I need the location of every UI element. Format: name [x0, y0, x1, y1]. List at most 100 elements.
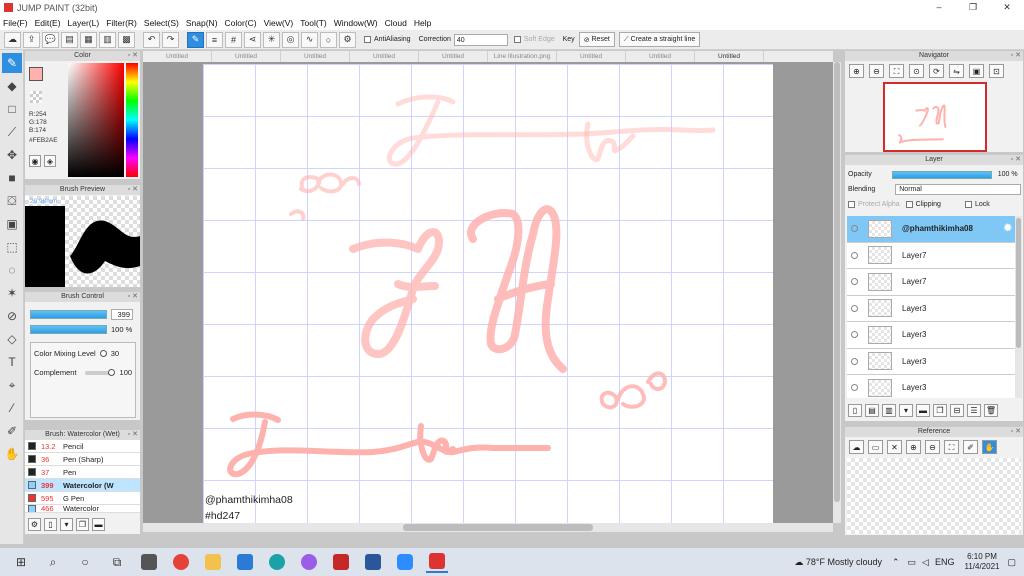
zoom-actual-icon[interactable]: ⊙ [909, 64, 924, 78]
perspective-icon[interactable]: ⋖ [244, 31, 261, 48]
new-vector-layer-icon[interactable]: ▥ [882, 404, 896, 417]
open-folder-icon[interactable]: ▭ [868, 440, 883, 454]
reference-area[interactable] [847, 458, 1021, 534]
brush-item-selected[interactable]: 399 Watercolor (W [25, 479, 140, 492]
menu-view[interactable]: View(V) [264, 18, 294, 28]
brush-item[interactable]: 36 Pen (Sharp) [25, 453, 140, 466]
hue-slider[interactable] [126, 63, 138, 177]
language-indicator[interactable]: ENG [935, 557, 955, 567]
visibility-icon[interactable] [851, 384, 858, 392]
ref-fit-icon[interactable]: ⛶ [944, 440, 959, 454]
brush-item[interactable]: 595 G Pen [25, 492, 140, 505]
close-reference-icon[interactable]: ✕ [887, 440, 902, 454]
settings-icon[interactable]: ⚙ [339, 31, 356, 48]
clipping-checkbox[interactable]: Clipping [905, 201, 941, 208]
document-tab-active[interactable]: Untitled [695, 51, 764, 62]
dropper-tool-icon[interactable]: ⁄ [2, 398, 22, 418]
brush-item[interactable]: 37 Pen [25, 466, 140, 479]
text-tool-icon[interactable]: T [2, 352, 22, 372]
menu-edit[interactable]: Edit(E) [35, 18, 61, 28]
document-tab[interactable]: Untitled [557, 51, 626, 62]
soft-edge-checkbox[interactable]: Soft Edge [513, 36, 555, 43]
document-tab[interactable]: Untitled [626, 51, 695, 62]
menu-snap[interactable]: Snap(N) [186, 18, 218, 28]
calendar-app-icon[interactable] [330, 551, 352, 573]
notification-icon[interactable]: ▢ [1007, 557, 1016, 568]
operation-tool-icon[interactable]: ⌖ [2, 375, 22, 395]
reset-view-icon[interactable]: ▣ [969, 64, 984, 78]
brush-menu-icon[interactable]: ▾ [60, 518, 73, 531]
reset-button[interactable]: ⊘ Reset [578, 32, 615, 47]
minimize-button[interactable]: – [922, 0, 956, 15]
lock-checkbox[interactable]: Lock [964, 201, 990, 208]
document-tab[interactable]: Untitled [281, 51, 350, 62]
lasso-tool-icon[interactable]: ◌ [2, 260, 22, 280]
cloud-icon[interactable]: ☁ [4, 31, 21, 48]
menu-window[interactable]: Window(W) [334, 18, 378, 28]
brush-item[interactable]: 466 Watercolor [25, 505, 140, 513]
antialiasing-checkbox[interactable]: AntiAliasing [364, 36, 411, 43]
color-mixing-knob[interactable] [99, 350, 107, 357]
saturation-value-picker[interactable] [68, 63, 124, 177]
menu-select[interactable]: Select(S) [144, 18, 179, 28]
menu-tool[interactable]: Tool(T) [300, 18, 326, 28]
cloud-reference-icon[interactable]: ☁ [849, 440, 864, 454]
task-view-icon[interactable]: ⧉ [106, 551, 128, 573]
zoom-out-icon[interactable]: ⊖ [869, 64, 884, 78]
menu-cloud[interactable]: Cloud [385, 18, 407, 28]
complement-slider[interactable] [84, 368, 115, 376]
undo-icon[interactable]: ↶ [143, 31, 160, 48]
ref-dropper-icon[interactable]: ✐ [963, 440, 978, 454]
concentric-icon[interactable]: ◎ [282, 31, 299, 48]
hand-tool-icon[interactable]: ✋ [2, 444, 22, 464]
jump-paint-taskbar-icon[interactable] [426, 551, 448, 573]
panel-close-icon[interactable]: ▫ ✕ [128, 51, 138, 61]
document-tab[interactable]: Untitled [212, 51, 281, 62]
layer-scroll-thumb[interactable] [1016, 218, 1021, 348]
pen-tool-icon[interactable]: ✎ [2, 53, 22, 73]
panel-close-icon[interactable]: ▫ ✕ [128, 292, 138, 302]
layer-row[interactable]: Layer3 [847, 296, 1015, 322]
panel-close-icon[interactable]: ▫ ✕ [1011, 51, 1021, 61]
panel-close-icon[interactable]: ▫ ✕ [128, 185, 138, 195]
layer-row[interactable]: Layer3 [847, 322, 1015, 349]
gear-icon[interactable]: ✹ [1004, 223, 1012, 234]
fill-shape-tool-icon[interactable]: ■ [2, 168, 22, 188]
line-tool-icon[interactable]: ⟋ [2, 122, 22, 142]
document-tab[interactable]: Untitled [419, 51, 488, 62]
select-pen-tool-icon[interactable]: ⊘ [2, 306, 22, 326]
gradient-tool-icon[interactable]: ▣ [2, 214, 22, 234]
drawing-canvas[interactable]: @phamthikimha08 #hd247 [203, 64, 773, 523]
circle-icon[interactable]: ○ [320, 31, 337, 48]
correction-input[interactable]: 40 [453, 33, 508, 46]
menu-filter[interactable]: Filter(R) [106, 18, 137, 28]
search-icon[interactable]: ⌕ [42, 551, 64, 573]
panel-close-icon[interactable]: ▫ ✕ [1011, 155, 1021, 165]
brush-settings-icon[interactable]: ⚙ [28, 518, 41, 531]
transparent-color-swatch[interactable] [30, 91, 42, 103]
layer-row[interactable]: Layer3 [847, 349, 1015, 375]
messenger-icon[interactable] [298, 551, 320, 573]
palette-icon[interactable]: ◉ [29, 155, 41, 167]
speech-bubble-icon[interactable]: 💬 [42, 31, 59, 48]
new-raster-layer-icon[interactable]: ▤ [865, 404, 879, 417]
visibility-icon[interactable] [851, 278, 858, 286]
brush-size-slider[interactable] [30, 310, 107, 319]
new-layer-icon[interactable]: ▯ [848, 404, 862, 417]
layer-opacity-slider[interactable] [891, 170, 992, 179]
layer-properties-icon[interactable]: ☰ [967, 404, 981, 417]
document-tab[interactable]: Line Illustration.png [488, 51, 557, 62]
layer-folder-icon[interactable]: ▬ [916, 404, 930, 417]
visibility-icon[interactable] [851, 331, 858, 339]
eraser-tool-icon[interactable]: ◆ [2, 76, 22, 96]
fit-icon[interactable]: ⛶ [889, 64, 904, 78]
select-rect-tool-icon[interactable]: ⬚ [2, 237, 22, 257]
rectangle-tool-icon[interactable]: □ [2, 99, 22, 119]
radial-icon[interactable]: ✳ [263, 31, 280, 48]
brush-opacity-slider[interactable] [30, 325, 107, 334]
menu-color[interactable]: Color(C) [225, 18, 257, 28]
layer-row[interactable]: Layer7 [847, 243, 1015, 269]
hatch-icon[interactable]: ≡ [206, 31, 223, 48]
visibility-icon[interactable] [851, 225, 858, 233]
delete-layer-icon[interactable]: 🗑 [984, 404, 998, 417]
